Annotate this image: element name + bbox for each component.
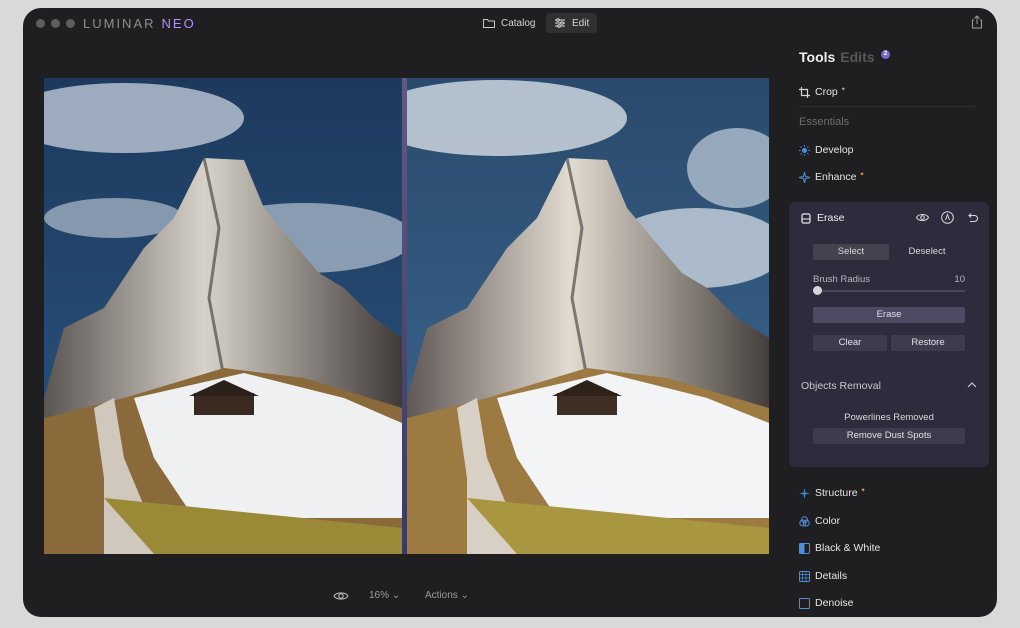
- develop-label: Develop: [815, 144, 854, 156]
- title-bar: LUMINAR NEO Catalog Edit: [23, 8, 997, 38]
- clear-button[interactable]: Clear: [813, 335, 887, 351]
- panel-tabs: Tools Edits 2: [799, 49, 890, 65]
- tool-black-white[interactable]: Black & White: [799, 542, 880, 554]
- chevron-down-icon: ⌄: [460, 590, 469, 601]
- crop-label: Crop: [815, 86, 838, 98]
- tab-tools[interactable]: Tools: [799, 49, 835, 65]
- edit-label: Edit: [572, 17, 590, 29]
- powerlines-status: Powerlines Removed: [844, 412, 934, 423]
- erase-title: Erase: [817, 212, 845, 224]
- window-controls: [36, 19, 75, 28]
- black-white-icon: [799, 542, 810, 554]
- before-image: [44, 78, 402, 554]
- app-logo: LUMINAR NEO: [83, 16, 196, 31]
- pro-star-icon: ✦: [860, 488, 866, 494]
- zoom-value: 16%: [369, 590, 390, 601]
- minimize-window-button[interactable]: [51, 19, 60, 28]
- eye-icon[interactable]: [916, 211, 929, 224]
- tool-details[interactable]: Details: [799, 570, 847, 582]
- catalog-tab[interactable]: Catalog: [475, 13, 543, 33]
- selection-toggle: Select Deselect: [813, 244, 965, 260]
- deselect-button[interactable]: Deselect: [889, 244, 965, 260]
- bottom-toolbar: 16% ⌄ Actions ⌄: [23, 586, 793, 610]
- eraser-icon: [801, 212, 811, 224]
- zoom-dropdown[interactable]: 16% ⌄: [369, 590, 400, 601]
- share-icon[interactable]: [971, 15, 983, 29]
- maximize-window-button[interactable]: [66, 19, 75, 28]
- structure-label: Structure: [815, 487, 858, 499]
- remove-dust-spots-button[interactable]: Remove Dust Spots: [813, 428, 965, 444]
- crop-icon: [799, 86, 810, 98]
- compare-eye-icon[interactable]: [333, 590, 349, 602]
- erase-header[interactable]: Erase: [801, 212, 844, 224]
- tool-denoise[interactable]: Denoise: [799, 597, 854, 609]
- edit-tab[interactable]: Edit: [546, 13, 598, 33]
- tools-panel: Tools Edits 2 Crop ✦ Essentials Develop En…: [789, 38, 997, 617]
- tool-develop[interactable]: Develop: [799, 144, 854, 156]
- brush-radius-label: Brush Radius: [813, 274, 871, 285]
- edits-count-badge: 2: [881, 50, 890, 59]
- actions-label: Actions: [425, 590, 458, 601]
- tool-color[interactable]: Color: [799, 515, 840, 527]
- close-window-button[interactable]: [36, 19, 45, 28]
- brush-radius-slider-knob[interactable]: [813, 286, 822, 295]
- chevron-down-icon: ⌄: [391, 590, 401, 601]
- chevron-up-icon[interactable]: [967, 381, 977, 389]
- erase-button[interactable]: Erase: [813, 307, 965, 323]
- details-icon: [799, 570, 810, 582]
- tab-edits[interactable]: Edits: [840, 49, 874, 65]
- pro-star-icon: ✦: [859, 172, 865, 178]
- section-essentials: Essentials: [799, 116, 850, 128]
- black-white-label: Black & White: [815, 542, 881, 554]
- restore-button[interactable]: Restore: [891, 335, 965, 351]
- actions-dropdown[interactable]: Actions ⌄: [425, 590, 469, 601]
- sliders-icon: [555, 18, 565, 28]
- color-label: Color: [815, 515, 841, 527]
- erase-header-actions: [916, 211, 979, 224]
- sparkle-icon: [799, 171, 810, 183]
- denoise-label: Denoise: [815, 597, 854, 609]
- enhance-label: Enhance: [815, 171, 857, 183]
- details-label: Details: [815, 570, 848, 582]
- pro-star-icon: ✦: [840, 87, 846, 93]
- pen-mask-icon[interactable]: [941, 211, 954, 224]
- objects-removal-header[interactable]: Objects Removal: [801, 380, 881, 392]
- brush-radius-value: 10: [954, 274, 965, 285]
- structure-icon: [799, 487, 810, 499]
- divider: [799, 106, 975, 107]
- brand-main: LUMINAR: [83, 16, 156, 31]
- photo-comparison[interactable]: [44, 78, 769, 554]
- after-image: [407, 78, 769, 554]
- select-button[interactable]: Select: [813, 244, 889, 260]
- tool-crop[interactable]: Crop ✦: [799, 86, 846, 98]
- folder-icon: [483, 19, 495, 28]
- sun-icon: [799, 144, 810, 156]
- denoise-icon: [799, 597, 810, 609]
- app-window: LUMINAR NEO Catalog Edit 16% ⌄ Actions ⌄…: [23, 8, 997, 617]
- brush-radius-slider[interactable]: [817, 290, 965, 292]
- tool-enhance[interactable]: Enhance ✦: [799, 171, 864, 183]
- brand-sub: NEO: [161, 16, 196, 31]
- tool-structure[interactable]: Structure ✦: [799, 487, 866, 499]
- catalog-label: Catalog: [501, 17, 536, 29]
- color-circles-icon: [799, 515, 810, 526]
- undo-icon[interactable]: [966, 211, 979, 224]
- erase-panel: Erase Select Deselect Brush Radius 10 Er…: [789, 202, 989, 467]
